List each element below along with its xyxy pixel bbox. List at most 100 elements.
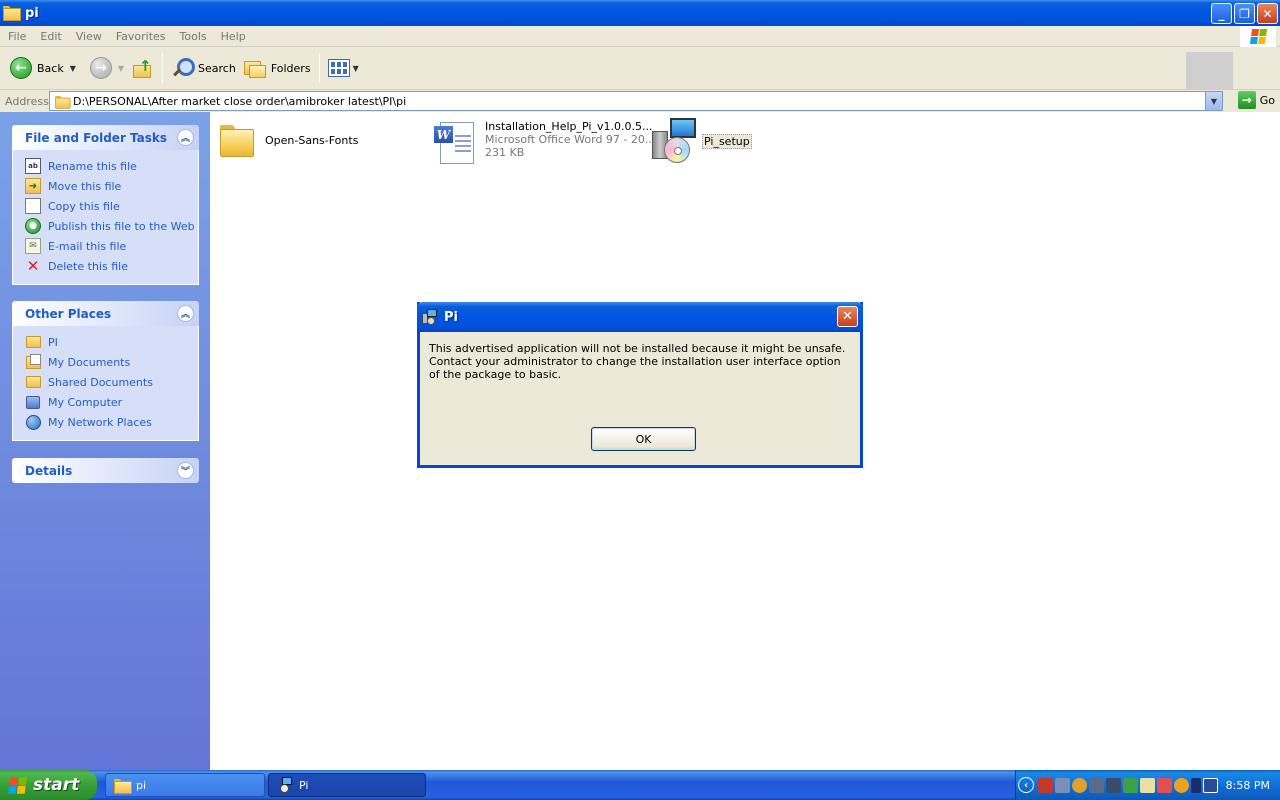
browser-tray-icon[interactable] [1072,777,1087,793]
menu-tools[interactable]: Tools [174,30,213,43]
forward-button[interactable]: → ▼ [86,51,128,85]
go-button[interactable]: → Go [1237,91,1275,109]
taskbar-button-label: pi [136,778,147,792]
collapse-icon[interactable]: ︽ [177,305,194,322]
expand-icon[interactable]: ︾ [177,462,194,479]
folder-icon [25,336,41,348]
panel-title: Details [25,463,73,478]
clock[interactable]: 8:58 PM [1226,779,1270,792]
task-label: Copy this file [48,199,120,213]
views-button[interactable]: ▼ [324,51,363,85]
close-button[interactable]: ✕ [1257,3,1278,24]
publish-icon: ● [25,218,41,234]
dialog-title: Pi [444,309,458,325]
file-item-folder[interactable]: Open-Sans-Fonts [218,123,358,159]
copy-icon [25,198,41,214]
menu-file[interactable]: File [2,30,32,43]
place-pi-link[interactable]: PI [25,332,198,352]
file-name: Installation_Help_Pi_v1.0.0.5... [485,120,653,133]
place-label: My Computer [48,395,123,409]
email-icon: ✉ [25,238,41,254]
window-title: pi [25,5,39,21]
address-label: Address [5,94,49,108]
back-dropdown-icon[interactable]: ▼ [70,64,76,73]
place-label: PI [48,335,58,349]
messenger-tray-icon[interactable] [1140,777,1155,793]
folders-icon [243,58,266,78]
panel-title: Other Places [25,306,112,321]
mail-tray-icon[interactable] [1157,777,1172,793]
taskbar-button-pi-dialog[interactable]: Pi [268,773,426,797]
ok-button[interactable]: OK [591,427,696,451]
task-label: Publish this file to the Web [48,219,195,233]
publish-file-link[interactable]: ● Publish this file to the Web [25,216,198,236]
error-dialog: Pi ✕ This advertised application will no… [417,302,863,468]
up-folder-button[interactable]: ↑ [128,51,158,85]
go-label: Go [1259,93,1275,107]
delete-file-link[interactable]: ✕ Delete this file [25,256,198,276]
start-button[interactable]: start [0,770,97,800]
task-pane: File and Folder Tasks ︽ ab Rename this f… [0,112,210,770]
menu-view[interactable]: View [70,30,108,43]
file-name: Open-Sans-Fonts [265,134,359,147]
place-shared-documents-link[interactable]: Shared Documents [25,372,198,392]
menu-edit[interactable]: Edit [34,30,67,43]
panel-header[interactable]: Other Places ︽ [12,301,199,326]
panel-header[interactable]: Details ︾ [12,458,199,483]
usb-tray-icon[interactable] [1191,777,1201,793]
dialog-close-button[interactable]: ✕ [837,306,858,327]
task-label: Delete this file [48,259,128,273]
address-dropdown-icon[interactable]: ▼ [1205,92,1222,110]
window-controls: _ ❐ ✕ [1211,3,1278,24]
panel-header[interactable]: File and Folder Tasks ︽ [12,125,199,150]
menu-favorites[interactable]: Favorites [110,30,172,43]
rename-file-link[interactable]: ab Rename this file [25,156,198,176]
address-value: D:\PERSONAL\After market close order\ami… [73,94,407,108]
windows-logo-icon [8,776,27,794]
word-document-icon: W [432,120,478,166]
back-label: Back [37,61,64,75]
task-label: E-mail this file [48,239,127,253]
copy-file-link[interactable]: Copy this file [25,196,198,216]
dialog-message: This advertised application will not be … [429,342,846,381]
place-network-link[interactable]: My Network Places [25,412,198,432]
taskbar: start pi Pi ‹ 8:58 PM [0,770,1280,800]
show-hidden-icons-icon[interactable]: ‹ [1018,777,1034,793]
menu-help[interactable]: Help [215,30,252,43]
back-button[interactable]: ← Back ▼ [6,51,80,85]
place-my-documents-link[interactable]: My Documents [25,352,198,372]
display-tray-icon[interactable] [1106,777,1121,793]
dialog-titlebar[interactable]: Pi ✕ [417,302,863,332]
setup-installer-icon [422,309,438,325]
search-button[interactable]: Search [167,51,240,85]
collapse-icon[interactable]: ︽ [177,129,194,146]
taskbar-button-pi-folder[interactable]: pi [105,773,265,797]
move-icon: ➜ [25,178,41,194]
place-label: Shared Documents [48,375,153,389]
place-label: My Documents [48,355,131,369]
address-input[interactable]: D:\PERSONAL\After market close order\ami… [49,91,1223,111]
move-file-link[interactable]: ➜ Move this file [25,176,198,196]
monitor-tray-icon[interactable] [1203,777,1218,793]
setup-installer-icon [277,777,293,793]
other-places-panel: Other Places ︽ PI My Documents Shared Do… [12,301,199,441]
network-tray-icon[interactable] [1055,777,1070,793]
file-item-setup[interactable]: Pi_setup [650,117,752,165]
antivirus-tray-icon[interactable] [1038,777,1053,793]
folders-button[interactable]: Folders [240,51,315,85]
tool-tray-icon[interactable] [1089,777,1104,793]
forward-dropdown-icon[interactable]: ▼ [118,64,124,73]
file-name: Pi_setup [702,134,752,149]
start-label: start [33,775,80,795]
back-arrow-icon: ← [10,57,32,79]
file-item-word-doc[interactable]: W Installation_Help_Pi_v1.0.0.5... Micro… [432,120,655,166]
place-label: My Network Places [48,415,152,429]
email-file-link[interactable]: ✉ E-mail this file [25,236,198,256]
update-tray-icon[interactable] [1174,777,1189,793]
toolbar-separator [318,53,320,83]
place-my-computer-link[interactable]: My Computer [25,392,198,412]
window-titlebar[interactable]: pi _ ❐ ✕ [0,0,1280,26]
minimize-button[interactable]: _ [1211,3,1232,24]
maximize-button[interactable]: ❐ [1234,3,1255,24]
app-tray-icon[interactable] [1123,777,1138,793]
